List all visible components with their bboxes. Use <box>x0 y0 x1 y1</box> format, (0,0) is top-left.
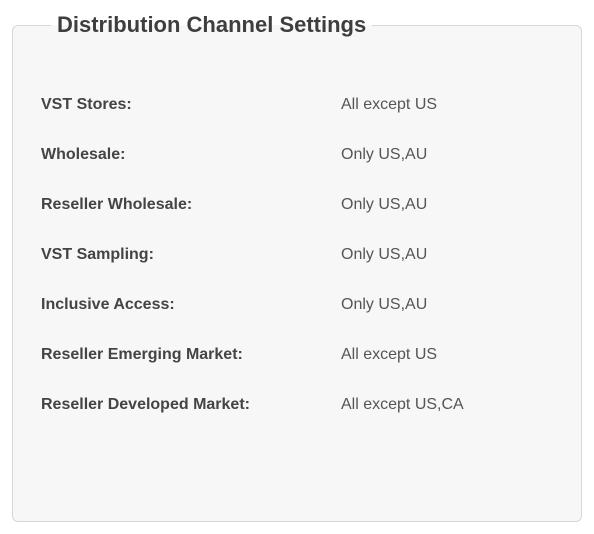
setting-value: All except US <box>341 346 553 364</box>
setting-row-vst-stores: VST Stores: All except US <box>41 80 553 130</box>
distribution-channel-settings-panel: Distribution Channel Settings VST Stores… <box>12 12 582 522</box>
setting-label: VST Stores: <box>41 96 341 114</box>
setting-row-reseller-wholesale: Reseller Wholesale: Only US,AU <box>41 180 553 230</box>
setting-value: Only US,AU <box>341 196 553 214</box>
setting-row-reseller-developed-market: Reseller Developed Market: All except US… <box>41 380 553 430</box>
setting-value: Only US,AU <box>341 296 553 314</box>
setting-row-wholesale: Wholesale: Only US,AU <box>41 130 553 180</box>
setting-label: VST Sampling: <box>41 246 341 264</box>
setting-value: Only US,AU <box>341 246 553 264</box>
setting-row-inclusive-access: Inclusive Access: Only US,AU <box>41 280 553 330</box>
setting-label: Reseller Wholesale: <box>41 196 341 214</box>
setting-label: Reseller Emerging Market: <box>41 346 341 364</box>
setting-row-vst-sampling: VST Sampling: Only US,AU <box>41 230 553 280</box>
setting-label: Wholesale: <box>41 146 341 164</box>
setting-value: All except US <box>341 96 553 114</box>
setting-label: Reseller Developed Market: <box>41 396 341 414</box>
setting-label: Inclusive Access: <box>41 296 341 314</box>
setting-value: All except US,CA <box>341 396 553 414</box>
panel-title: Distribution Channel Settings <box>51 12 372 38</box>
settings-rows: VST Stores: All except US Wholesale: Onl… <box>41 80 553 430</box>
setting-row-reseller-emerging-market: Reseller Emerging Market: All except US <box>41 330 553 380</box>
setting-value: Only US,AU <box>341 146 553 164</box>
